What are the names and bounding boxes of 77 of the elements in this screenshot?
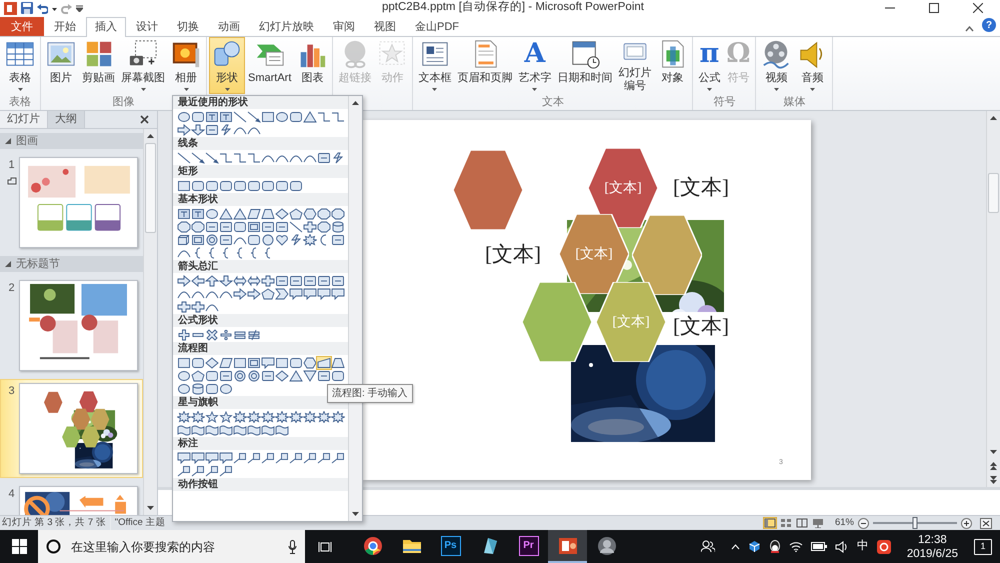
slide-text: [文本] — [604, 179, 642, 198]
category-header: 最近使用的形状 — [173, 96, 348, 109]
zoom-level[interactable]: 61% — [834, 516, 854, 530]
group-label: 符号 — [713, 96, 736, 108]
ribbon-button[interactable]: 日期和时间 — [554, 37, 616, 94]
ribbon-button[interactable]: 对象 — [654, 37, 690, 94]
category-header: 动作按钮 — [173, 478, 348, 491]
help-icon[interactable]: ? — [982, 18, 996, 32]
taskbar-app[interactable]: Ps — [431, 530, 470, 563]
ribbon-button[interactable]: 相册 — [168, 37, 204, 94]
group-label: 表格 — [9, 96, 31, 108]
taskbar-app[interactable]: Pr — [509, 530, 548, 563]
search-bar[interactable]: 在这里输入你要搜索的内容 — [38, 530, 305, 563]
notification-button[interactable]: 1 — [974, 538, 992, 554]
ribbon-button[interactable]: 幻灯片 编号 — [615, 37, 654, 94]
slide-text: [文本] — [485, 241, 541, 267]
slide-number: 2 — [8, 281, 15, 296]
ribbon-button[interactable]: 文本框 — [415, 37, 454, 94]
slide-row[interactable]: 1 — [0, 153, 143, 252]
category-header: 矩形 — [173, 165, 348, 178]
slide-text: [文本] — [673, 174, 729, 200]
clock-time[interactable]: 12:38 — [918, 532, 947, 546]
category-header: 基本形状 — [173, 193, 348, 206]
ribbon-button[interactable]: 屏幕截图 — [118, 37, 168, 94]
category-header: 线条 — [173, 137, 348, 150]
ribbon-tab[interactable]: 审阅 — [324, 17, 364, 36]
omega-icon: Ω — [726, 39, 750, 69]
ribbon-button[interactable]: A 艺术字 — [515, 37, 554, 94]
slide-number: 1 — [8, 158, 15, 173]
category-header: 标注 — [173, 437, 348, 450]
ribbon-tab[interactable]: 视图 — [365, 17, 405, 36]
ribbon-button[interactable]: 剪贴画 — [79, 37, 118, 94]
ribbon-tab[interactable]: 切换 — [168, 17, 208, 36]
slide-number: 3 — [8, 384, 15, 399]
group-label: 文本 — [542, 96, 564, 108]
category-header: 公式形状 — [173, 314, 348, 327]
ribbon-tab[interactable]: 开始 — [45, 17, 85, 36]
search-field[interactable]: 在这里输入你要搜索的内容 — [69, 536, 280, 556]
slide-text: [文本] — [673, 313, 729, 339]
ribbon-button[interactable]: 表格 — [2, 37, 38, 94]
pane-tab[interactable]: 幻灯片 — [0, 111, 48, 128]
slide-row[interactable]: 3 — [0, 379, 143, 478]
ribbon-button[interactable]: SmartArt — [245, 37, 294, 94]
letter-a-icon: A — [524, 39, 546, 69]
group-label: 媒体 — [783, 96, 806, 108]
ribbon-tab[interactable]: 设计 — [127, 17, 167, 36]
ribbon-button[interactable]: 图表 — [294, 37, 330, 94]
ribbon-button[interactable]: 图片 — [43, 37, 79, 94]
slide-info: 幻灯片 第 3 张，共 7 张 — [2, 516, 106, 530]
photoshop-icon: Ps — [440, 536, 460, 556]
ribbon-button[interactable]: 视频 — [758, 37, 794, 94]
slide-text: [文本] — [575, 245, 613, 264]
window-title: pptC2B4.pptm [自动保存的] - Microsoft PowerPoint — [382, 1, 644, 14]
category-header: 星与旗帜 — [173, 396, 348, 409]
slide-number: 4 — [8, 487, 15, 502]
ribbon-tab[interactable]: 金山PDF — [406, 17, 468, 36]
ribbon-tab[interactable]: 幻灯片放映 — [250, 17, 323, 36]
ribbon-button[interactable]: 页眉和页脚 — [454, 37, 516, 94]
pane-tab[interactable]: 大纲 — [48, 111, 85, 128]
group-label: 图像 — [112, 96, 134, 108]
premiere-icon: Pr — [518, 536, 538, 556]
ribbon-tab[interactable]: 动画 — [209, 17, 249, 36]
ribbon-button[interactable]: π 公式 — [695, 37, 724, 94]
category-header: 箭头总汇 — [173, 260, 348, 273]
ribbon-button[interactable]: 音频 — [794, 37, 830, 94]
pi-icon: π — [700, 39, 720, 69]
input-method-indicator[interactable]: 中 — [856, 538, 869, 556]
ribbon-button[interactable]: 形状 — [209, 37, 245, 94]
clock-date[interactable]: 2019/6/25 — [906, 546, 958, 560]
slide-row[interactable]: 2 — [0, 276, 143, 375]
slide-row[interactable]: 4 — [0, 482, 143, 515]
slide-text: [文本] — [612, 313, 650, 332]
ribbon-tab[interactable]: 插入 — [86, 17, 126, 37]
tooltip: 流程图: 手动输入 — [327, 384, 413, 403]
ribbon-tab[interactable]: 文件 — [0, 17, 44, 36]
section-title[interactable]: 图画 — [16, 132, 38, 150]
category-header: 流程图 — [173, 342, 348, 355]
